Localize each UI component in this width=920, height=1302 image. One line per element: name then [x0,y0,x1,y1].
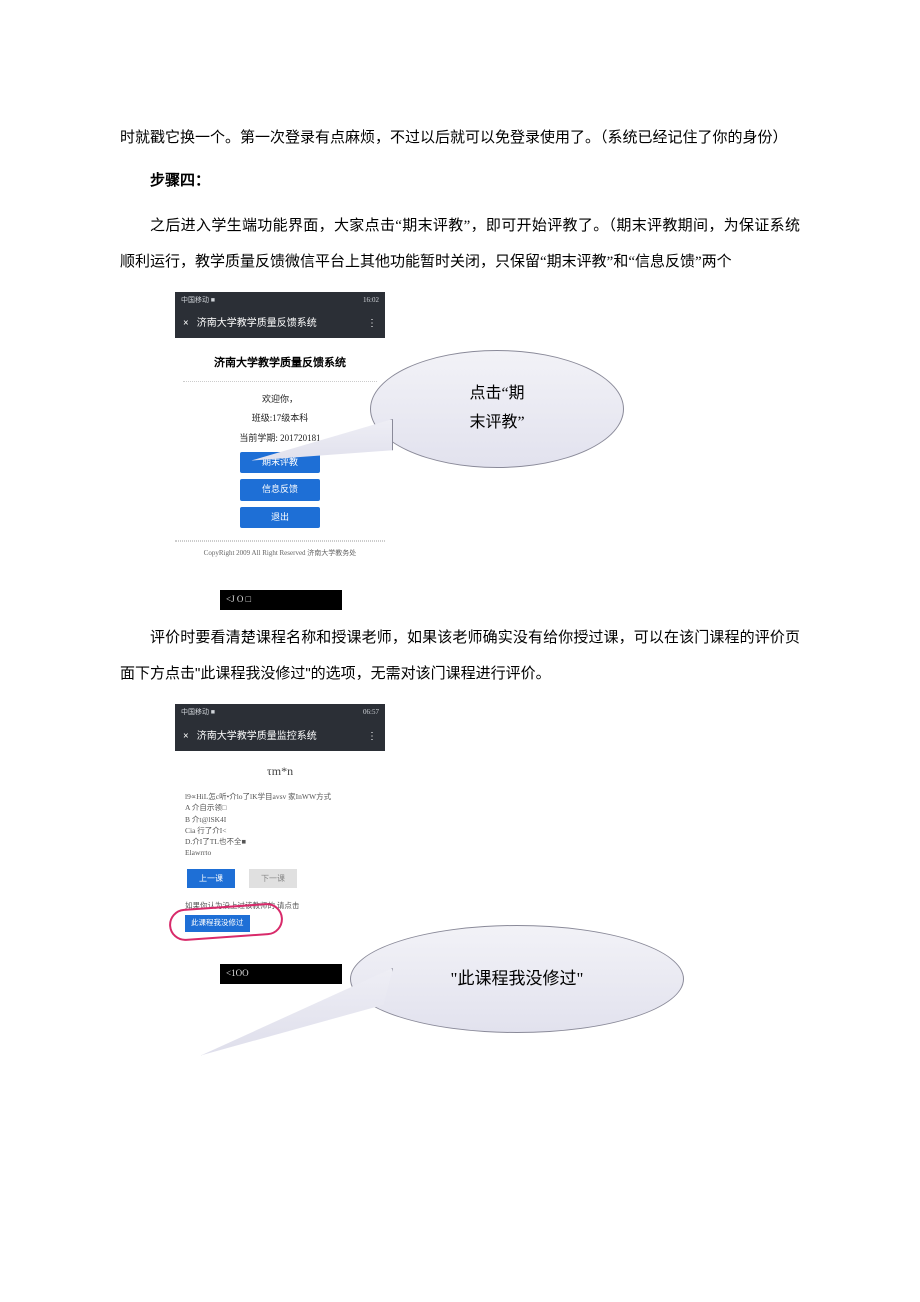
phone2-titlebar: × 济南大学教学质量监控系统 ⋮ [175,722,385,751]
phone1-welcome: 欢迎你， [183,392,377,407]
phone2-option-e[interactable]: Elawrrto [185,847,375,858]
phone2-navbar: <1OO [220,964,342,984]
callout2-text: "此课程我没修过" [451,964,584,995]
phone2-status-right: 06:57 [363,707,379,719]
phone2-option-b[interactable]: B 介t@lSK4I [185,814,375,825]
step-4-heading: 步骤四： [150,168,800,194]
phone1-status-left: 中国移动 ■ [181,295,215,307]
close-icon[interactable]: × [183,728,189,745]
feedback-button[interactable]: 信息反馈 [240,479,320,500]
more-icon[interactable]: ⋮ [367,728,377,745]
step-4-paragraph: 之后进入学生端功能界面，大家点击“期末评教”，即可开始评教了。（期末评教期间，为… [120,208,800,280]
phone2-question-intro: l9∝HiL怎c听•介lo了lK学目avsv 家InWW方式 [185,791,375,802]
phone2-status-left: 中国移动 ■ [181,707,215,719]
callout1-line2: 末评教” [469,409,524,438]
phone1-copyright: CopyRight 2009 All Right Reserved 济南大学教务… [175,541,385,566]
phone2-option-a[interactable]: A 介自示领□ [185,802,375,813]
phone2-title: 济南大学教学质量监控系统 [197,728,317,745]
phone1-system-title: 济南大学教学质量反馈系统 [183,354,377,382]
callout-click-evaluation: 点击“期 末评教” [370,350,624,468]
middle-paragraph: 评价时要看清楚课程名称和授课老师，如果该老师确实没有给你授过课，可以在该门课程的… [120,620,800,692]
phone2-option-c[interactable]: Cia 行了介I< [185,825,375,836]
phone2-option-d[interactable]: D.介I了TL也不全■ [185,836,375,847]
phone1-title: 济南大学教学质量反馈系统 [197,315,317,332]
phone2-statusbar: 中国移动 ■ 06:57 [175,704,385,722]
phone-screenshot-2: 中国移动 ■ 06:57 × 济南大学教学质量监控系统 ⋮ τm*n l9∝Hi… [175,704,385,984]
more-icon[interactable]: ⋮ [367,315,377,332]
phone2-tau: τm*n [185,761,375,781]
next-course-button[interactable]: 下一课 [249,869,297,889]
close-icon[interactable]: × [183,315,189,332]
phone1-navbar: <J O □ [220,590,342,610]
callout-not-taken: "此课程我没修过" [350,925,684,1033]
phone2-hint-suffix: 请点击 [277,901,300,910]
intro-paragraph: 时就戳它换一个。第一次登录有点麻烦，不过以后就可以免登录使用了。（系统已经记住了… [120,120,800,156]
phone1-statusbar: 中国移动 ■ 16:02 [175,292,385,310]
callout1-line1: 点击“期 [469,380,524,409]
phone1-status-right: 16:02 [363,295,379,307]
phone2-body: τm*n l9∝HiL怎c听•介lo了lK学目avsv 家InWW方式 A 介自… [175,751,385,940]
phone1-titlebar: × 济南大学教学质量反馈系统 ⋮ [175,309,385,338]
prev-course-button[interactable]: 上一课 [187,869,235,889]
logout-button[interactable]: 退出 [240,507,320,528]
phone1-class: 班级:17级本科 [183,411,377,426]
red-highlight-circle [168,902,284,942]
